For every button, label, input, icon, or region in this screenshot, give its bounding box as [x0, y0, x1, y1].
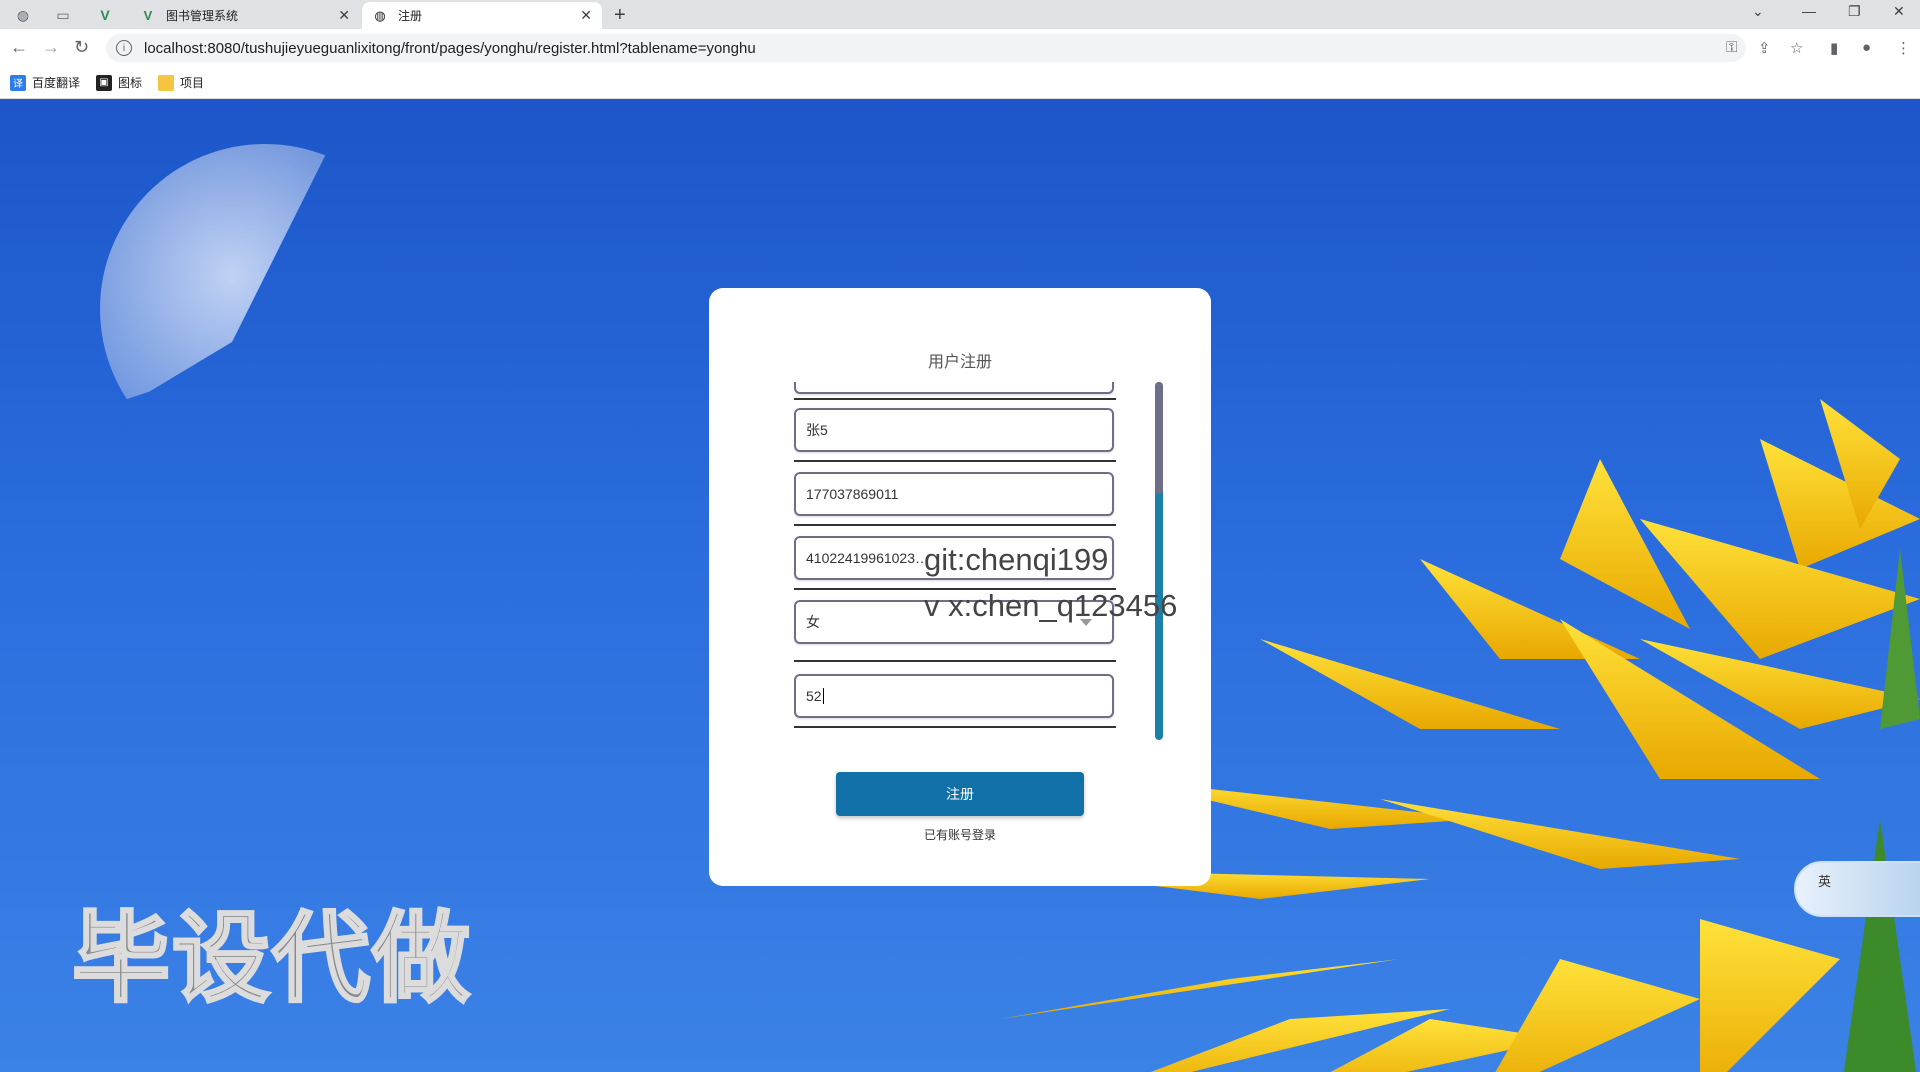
close-icon[interactable]: ✕: [338, 7, 350, 24]
bookmark-label: 项目: [180, 76, 205, 90]
form-field: [794, 382, 1116, 400]
scrollbar[interactable]: [1155, 382, 1163, 740]
tab-title: 注册: [398, 9, 423, 23]
vue-logo-icon: V: [143, 8, 153, 23]
reload-icon[interactable]: ↻: [74, 37, 89, 58]
moon-image: [100, 144, 331, 408]
ime-widget[interactable]: 英: [1794, 861, 1920, 917]
scrollbar-thumb[interactable]: [1155, 382, 1163, 494]
vue-logo-icon[interactable]: V: [94, 4, 116, 26]
blank-tab-icon[interactable]: ▭: [52, 4, 74, 26]
page-title: 用户注册: [927, 354, 992, 371]
tab-library-system[interactable]: V 图书管理系统 ✕: [130, 2, 360, 29]
ime-label: 英: [1818, 874, 1832, 889]
age-field[interactable]: 52: [794, 674, 1114, 718]
bookmark-baidu-translate[interactable]: 译 百度翻译: [10, 74, 80, 91]
tab-title: 图书管理系统: [166, 9, 239, 23]
sidebar-icon[interactable]: ▮: [1830, 39, 1838, 57]
watermark-big: 毕设代做: [70, 901, 473, 1018]
register-button[interactable]: 注册: [836, 772, 1084, 816]
star-icon[interactable]: ☆: [1790, 39, 1803, 57]
login-link[interactable]: 已有账号登录: [709, 826, 1211, 843]
share-icon[interactable]: ⇪: [1758, 39, 1771, 57]
form-field: 张5: [794, 408, 1116, 462]
tab-strip: ◍ ▭ V V 图书管理系统 ✕ ◍ 注册 ✕ + ⌄ — ❐ ✕: [0, 0, 1920, 29]
address-bar: ← → ↻ i localhost:8080/tushujieyueguanli…: [0, 29, 1920, 67]
text-caret: [822, 688, 824, 704]
form-field: 52: [794, 674, 1116, 728]
translate-icon: 译: [10, 74, 26, 91]
key-icon[interactable]: ⚿: [1726, 39, 1737, 56]
bookmark-project[interactable]: 项目: [158, 74, 204, 91]
profile-icon[interactable]: ●: [1862, 39, 1871, 56]
gender-value: 女: [806, 614, 820, 630]
minimize-icon[interactable]: —: [1802, 3, 1816, 19]
info-icon[interactable]: i: [116, 40, 132, 56]
text-field[interactable]: [794, 382, 1114, 394]
phone-field[interactable]: 177037869011: [794, 472, 1114, 516]
url-input[interactable]: i localhost:8080/tushujieyueguanlixitong…: [106, 34, 1746, 62]
arrow-right-icon[interactable]: →: [42, 37, 60, 58]
bookmarks-bar: 译 百度翻译 ▣ 图标 项目: [0, 67, 1920, 99]
register-card: 用户注册 张5 177037869011 41022419961023… 女 5…: [709, 288, 1211, 886]
arrow-left-icon[interactable]: ←: [10, 37, 28, 58]
close-icon[interactable]: ✕: [580, 7, 592, 24]
form-field: 177037869011: [794, 472, 1116, 526]
bookmark-label: 图标: [118, 76, 143, 90]
watermark-git: git:chenqi199: [924, 542, 1109, 577]
plus-icon[interactable]: +: [614, 4, 626, 27]
folder-icon: [158, 74, 175, 91]
image-icon: ▣: [96, 74, 113, 91]
chevron-down-icon[interactable]: ⌄: [1752, 3, 1764, 20]
name-field[interactable]: 张5: [794, 408, 1114, 452]
bookmark-label: 百度翻译: [32, 76, 81, 90]
watermark-wechat: v x:chen_q123456: [924, 588, 1178, 623]
age-value: 52: [806, 688, 822, 704]
globe-icon[interactable]: ◍: [12, 4, 34, 26]
restore-icon[interactable]: ❐: [1848, 3, 1861, 20]
url-text: localhost:8080/tushujieyueguanlixitong/f…: [144, 39, 756, 57]
window-close-icon[interactable]: ✕: [1893, 3, 1905, 20]
globe-icon: ◍: [374, 7, 386, 23]
tab-register[interactable]: ◍ 注册 ✕: [362, 2, 602, 29]
bookmark-icons[interactable]: ▣ 图标: [96, 74, 142, 91]
menu-dots-icon[interactable]: ⋮: [1896, 39, 1911, 57]
